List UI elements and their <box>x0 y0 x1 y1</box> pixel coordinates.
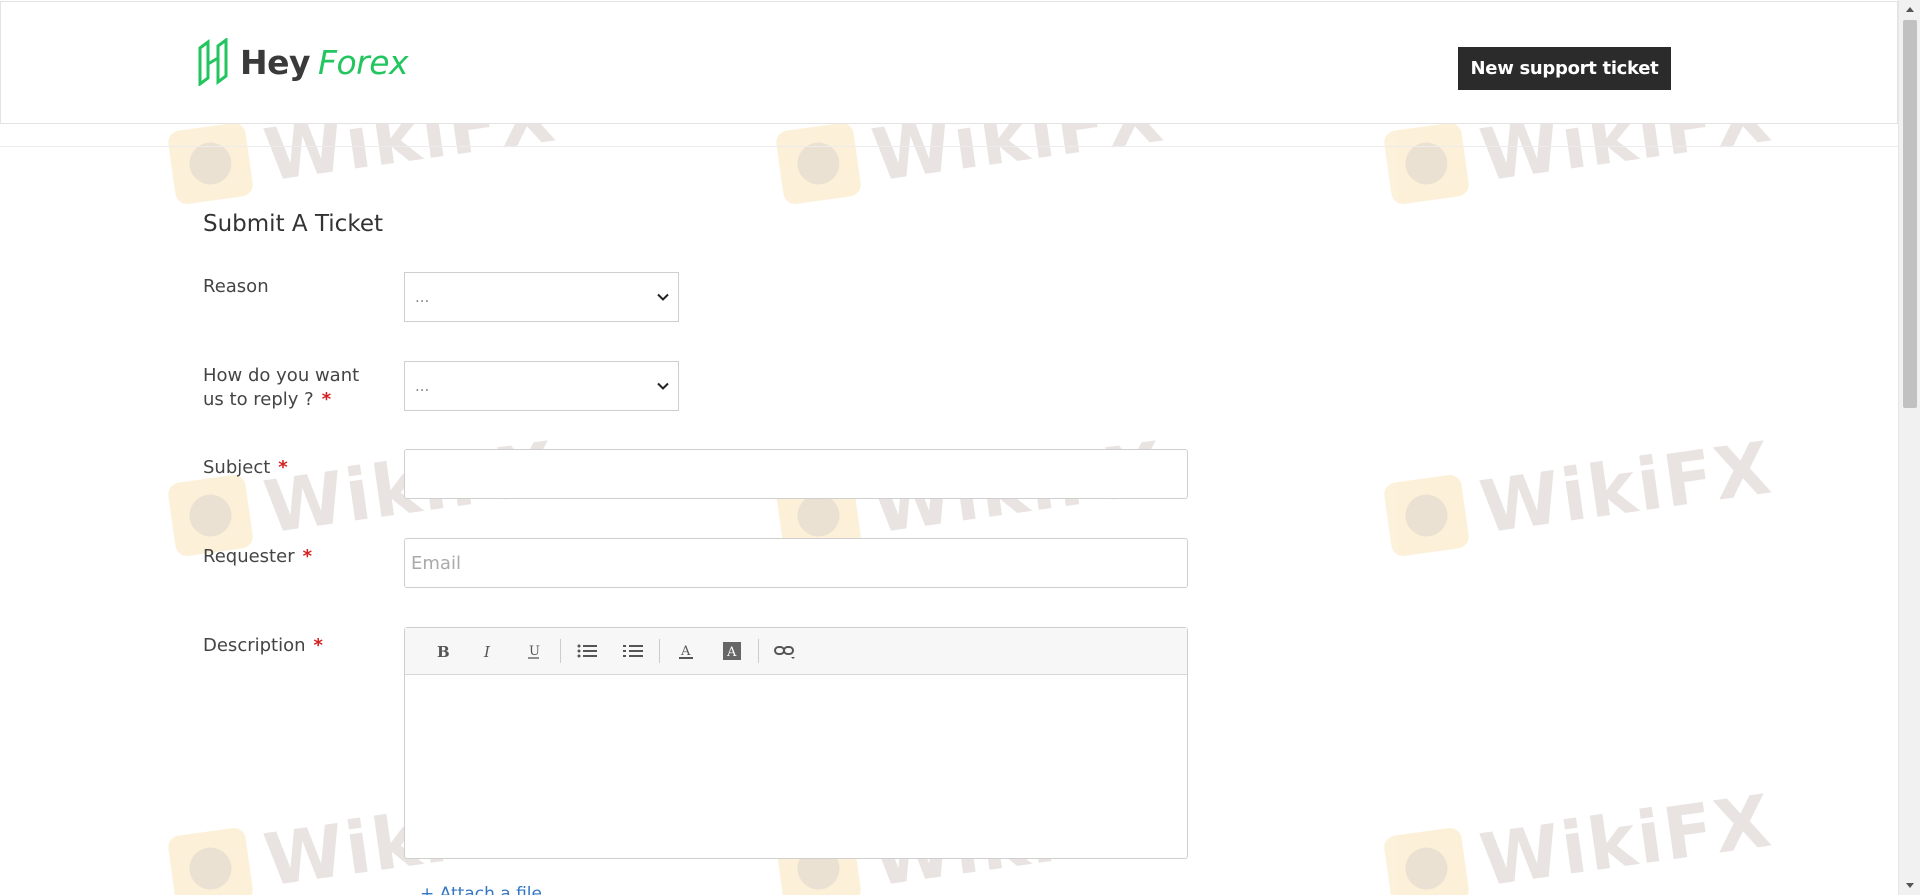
svg-text:A: A <box>726 645 737 660</box>
scroll-down-arrow-icon[interactable] <box>1899 877 1920 895</box>
background-color-button[interactable]: A <box>709 636 755 666</box>
watermark-logo-icon <box>774 121 863 206</box>
bulleted-list-button[interactable] <box>564 636 610 666</box>
divider <box>0 146 1898 147</box>
new-support-ticket-button[interactable]: New support ticket <box>1458 47 1671 90</box>
vertical-scrollbar[interactable] <box>1898 0 1920 895</box>
numbered-list-icon <box>623 645 643 657</box>
watermark-logo-icon <box>166 826 255 895</box>
subject-input[interactable] <box>404 449 1188 499</box>
svg-text:A: A <box>680 644 691 659</box>
heyforex-logo-icon <box>198 38 228 86</box>
bold-icon: B <box>437 643 450 659</box>
page-title: Submit A Ticket <box>203 211 383 237</box>
editor-toolbar: B I U A A <box>405 628 1187 675</box>
requester-label: Requester * <box>203 546 313 567</box>
text-color-icon: A <box>679 644 693 659</box>
description-editor: B I U A A <box>404 627 1188 859</box>
italic-button[interactable]: I <box>465 636 511 666</box>
required-asterisk: * <box>313 635 323 656</box>
underline-icon: U <box>528 644 540 659</box>
italic-icon: I <box>483 643 491 659</box>
background-color-icon: A <box>723 642 741 660</box>
svg-text:U: U <box>529 644 540 659</box>
reply-method-select[interactable]: ... <box>404 361 679 411</box>
watermark: WikiFX <box>1382 425 1777 562</box>
text-color-button[interactable]: A <box>663 636 709 666</box>
page: WikiFX WikiFX WikiFX WikiFX WikiFX WikiF… <box>0 0 1898 895</box>
bold-button[interactable]: B <box>419 636 465 666</box>
toolbar-separator <box>758 639 759 663</box>
attach-file-link[interactable]: + Attach a file <box>420 884 542 895</box>
underline-button[interactable]: U <box>511 636 557 666</box>
watermark: WikiFX <box>1382 778 1777 895</box>
reason-select[interactable]: ... <box>404 272 679 322</box>
logo-wordmark: Hey Forex <box>240 42 409 82</box>
toolbar-separator <box>659 639 660 663</box>
watermark-logo-icon <box>1382 826 1471 895</box>
scrollbar-thumb[interactable] <box>1903 20 1917 408</box>
svg-text:B: B <box>437 643 450 659</box>
scroll-up-arrow-icon[interactable] <box>1899 0 1920 18</box>
reason-label: Reason <box>203 276 269 297</box>
chevron-down-icon <box>657 293 669 301</box>
watermark-logo-icon <box>1382 473 1471 558</box>
subject-label: Subject * <box>203 457 288 478</box>
description-label: Description * <box>203 635 323 656</box>
reply-select-value: ... <box>415 377 430 395</box>
required-asterisk: * <box>321 389 332 410</box>
reason-select-value: ... <box>415 288 430 306</box>
link-button[interactable] <box>762 636 808 666</box>
toolbar-separator <box>560 639 561 663</box>
reply-label: How do you want us to reply ? * <box>203 365 360 410</box>
description-textarea[interactable] <box>405 675 1187 858</box>
required-asterisk: * <box>302 546 313 567</box>
site-header: Hey Forex New support ticket <box>0 1 1898 124</box>
requester-email-input[interactable] <box>404 538 1188 588</box>
required-asterisk: * <box>278 457 288 478</box>
watermark-logo-icon <box>1382 121 1471 206</box>
watermark-logo-icon <box>166 121 255 206</box>
bulleted-list-icon <box>577 644 597 658</box>
numbered-list-button[interactable] <box>610 636 656 666</box>
chevron-down-icon <box>657 382 669 390</box>
svg-text:I: I <box>483 643 491 659</box>
heyforex-logo[interactable]: Hey Forex <box>198 38 409 86</box>
link-icon <box>774 646 795 659</box>
